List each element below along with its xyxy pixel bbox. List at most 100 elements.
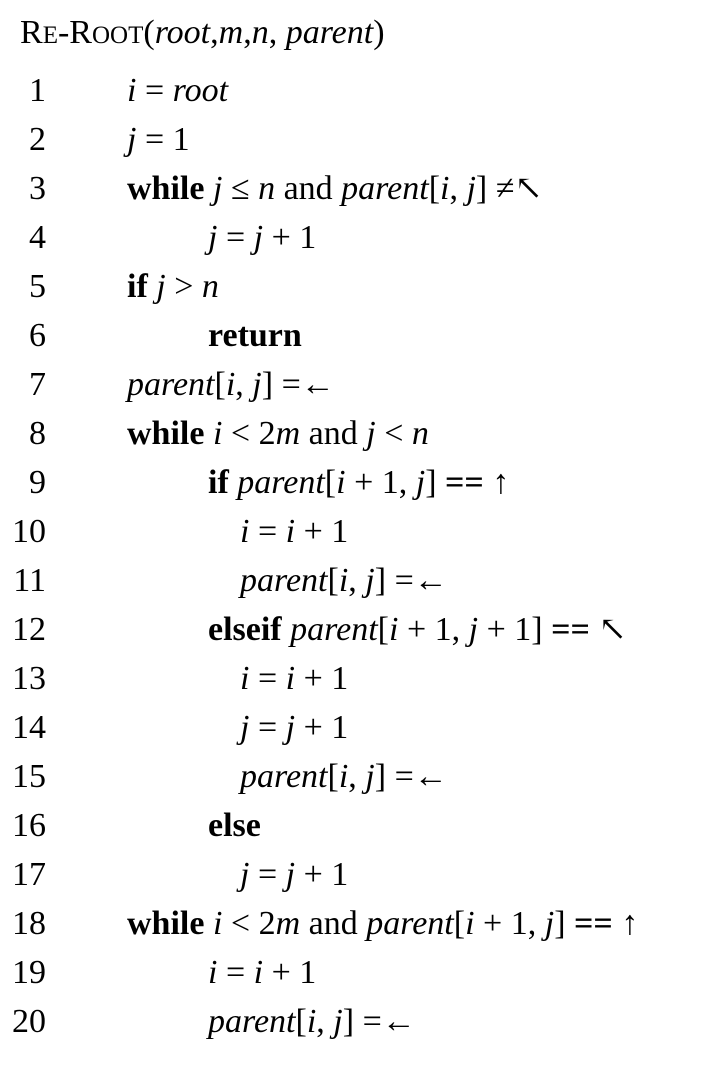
operator-text: ↑	[612, 905, 639, 942]
operator-text: and	[300, 905, 367, 942]
operator-text: ≤	[222, 170, 259, 207]
operator-text: ↑	[483, 464, 510, 501]
operator-text: + 1,	[398, 611, 469, 648]
variable: j	[366, 415, 376, 452]
code-statement: return	[208, 311, 302, 360]
keyword: ==	[551, 611, 590, 648]
title-param-m: m	[218, 14, 244, 51]
operator-text: ↖	[589, 611, 627, 648]
code-statement: parent[i, j] =←	[127, 360, 335, 409]
code-statement: i = i + 1	[208, 948, 316, 997]
code-line-2: 2 j = 1	[0, 115, 728, 164]
code-statement: while i < 2m and parent[i + 1, j] == ↑	[127, 899, 638, 948]
variable: j	[544, 905, 555, 942]
code-line-14: 14 j = j + 1	[0, 703, 728, 752]
operator-text: =	[249, 709, 286, 746]
operator-text	[204, 905, 213, 942]
title-comma: ,	[268, 14, 286, 51]
operator-text: < 2	[222, 415, 276, 452]
line-number: 3	[29, 170, 46, 207]
keyword: while	[127, 415, 205, 452]
code-statement: j = 1	[127, 115, 190, 164]
variable: j	[468, 611, 479, 648]
title-param-n: n	[251, 14, 269, 51]
variable: parent	[240, 562, 328, 599]
operator-text: ] =←	[374, 562, 448, 599]
operator-text: =	[217, 954, 254, 991]
code-line-16: 16 else	[0, 801, 728, 850]
operator-text	[229, 464, 238, 501]
variable: m	[275, 905, 301, 942]
operator-text	[204, 415, 213, 452]
variable: j	[333, 1003, 343, 1040]
operator-text: =	[249, 660, 286, 697]
keyword: ==	[445, 464, 484, 501]
code-statement: j = j + 1	[208, 213, 316, 262]
variable: n	[201, 268, 219, 305]
operator-text: + 1	[295, 513, 349, 550]
code-line-13: 13 i = i + 1	[0, 654, 728, 703]
keyword: if	[208, 464, 229, 501]
operator-text: ] ≠↖	[475, 170, 543, 207]
operator-text: =	[249, 856, 286, 893]
line-number: 7	[29, 366, 46, 403]
variable: i	[338, 562, 349, 599]
variable: parent	[127, 366, 215, 403]
variable: parent	[366, 905, 454, 942]
operator-text: ] =←	[374, 758, 448, 795]
operator-text: [	[327, 758, 339, 795]
variable: j	[285, 709, 296, 746]
title-comma: ,	[243, 14, 252, 51]
operator-text: ,	[316, 1003, 334, 1040]
operator-text: ]	[425, 464, 446, 501]
variable: i	[306, 1003, 317, 1040]
operator-text: ,	[348, 562, 366, 599]
variable: parent	[240, 758, 328, 795]
code-statement: while i < 2m and j < n	[127, 409, 429, 458]
code-line-8: 8 while i < 2m and j < n	[0, 409, 728, 458]
line-number: 8	[29, 415, 46, 452]
operator-text: ]	[554, 905, 575, 942]
variable: j	[253, 219, 264, 256]
operator-text: < 2	[222, 905, 276, 942]
line-number: 6	[29, 317, 46, 354]
variable: j	[212, 170, 223, 207]
operator-text: ,	[449, 170, 467, 207]
code-statement: parent[i, j] =←	[240, 556, 448, 605]
line-number: 10	[12, 513, 46, 550]
title-small-oot: OOT	[91, 22, 144, 49]
code-statement: parent[i, j] =←	[208, 997, 416, 1046]
operator-text: + 1	[295, 709, 349, 746]
code-line-20: 20 parent[i, j] =←	[0, 997, 728, 1046]
line-number: 13	[12, 660, 46, 697]
variable: m	[275, 415, 301, 452]
variable: j	[365, 758, 375, 795]
keyword: return	[208, 317, 302, 354]
keyword: elseif	[208, 611, 282, 648]
code-line-12: 12 elseif parent[i + 1, j + 1] == ↖	[0, 605, 728, 654]
variable: j	[156, 268, 166, 305]
operator-text: =	[249, 513, 286, 550]
variable: parent	[290, 611, 378, 648]
operator-text: + 1	[263, 954, 317, 991]
operator-text: ,	[348, 758, 366, 795]
title-close-paren: )	[373, 14, 385, 51]
procedure-title: RE-ROOT(root,m,n, parent)	[20, 10, 385, 56]
variable: i	[225, 366, 236, 403]
operator-text: + 1,	[474, 905, 545, 942]
code-line-4: 4 j = j + 1	[0, 213, 728, 262]
code-line-1: 1 i = root	[0, 66, 728, 115]
code-line-15: 15 parent[i, j] =←	[0, 752, 728, 801]
code-line-18: 18 while i < 2m and parent[i + 1, j] == ↑	[0, 899, 728, 948]
title-initial-r2: R	[69, 14, 92, 51]
operator-text: <	[375, 415, 412, 452]
keyword: else	[208, 807, 261, 844]
operator-text: [	[295, 1003, 307, 1040]
line-number: 15	[12, 758, 46, 795]
variable: j	[415, 464, 426, 501]
pseudocode-listing: 1i = root 2 j = 1 3 while j ≤ n and parent[i…	[0, 66, 728, 1046]
operator-text: =	[217, 219, 254, 256]
operator-text: ] =←	[342, 1003, 416, 1040]
code-line-5: 5 if j > n	[0, 262, 728, 311]
operator-text: [	[327, 562, 339, 599]
